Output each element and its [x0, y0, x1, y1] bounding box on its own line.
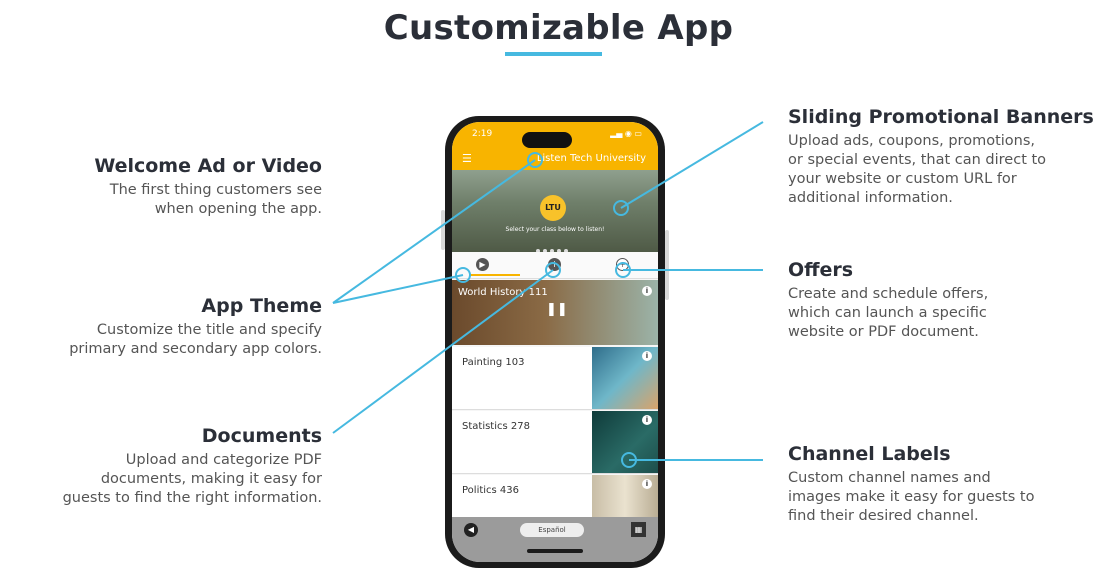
app-title: Listen Tech University	[536, 153, 646, 164]
feature-theme: App Theme Customize the title and specif…	[10, 295, 322, 359]
qr-code-icon[interactable]: ▦	[631, 522, 646, 537]
player-footer: ◀ Español ▦	[452, 517, 658, 562]
info-icon[interactable]: i	[642, 415, 652, 425]
ltu-logo: LTU	[540, 195, 566, 221]
page-title: Customizable App	[383, 8, 734, 48]
feature-offers-line: website or PDF document.	[788, 324, 979, 340]
info-icon[interactable]: i	[642, 479, 652, 489]
feature-banners-line: additional information.	[788, 190, 953, 206]
feature-welcome-title: Welcome Ad or Video	[94, 155, 322, 177]
feature-offers-desc: Create and schedule offers, which can la…	[788, 285, 1108, 342]
banner-caption: Select your class below to listen!	[505, 226, 605, 233]
channel-label: Politics 436	[462, 485, 520, 496]
feature-offers: Offers Create and schedule offers, which…	[788, 259, 1108, 342]
info-icon[interactable]: i	[642, 286, 652, 296]
feature-channels-desc: Custom channel names and images make it …	[788, 469, 1108, 526]
connector-line	[332, 274, 464, 304]
channel-label: Painting 103	[462, 357, 525, 368]
channel-row[interactable]: Painting 103 i	[452, 347, 658, 410]
tab-underline	[470, 274, 520, 276]
feature-documents-line: guests to find the right information.	[62, 490, 322, 506]
feature-banners-line: or special events, that can direct to	[788, 152, 1047, 168]
speaker-icon[interactable]: ◀	[464, 523, 478, 537]
channel-label: World History 111	[458, 287, 548, 298]
feature-welcome-line: The first thing customers see	[109, 182, 322, 198]
dynamic-island	[522, 132, 572, 148]
play-tab-icon[interactable]: ▶	[476, 258, 489, 271]
feature-welcome-line: when opening the app.	[154, 201, 322, 217]
feature-channels-line: Custom channel names and	[788, 470, 991, 486]
signal-icon: ▂▄ ◉ ▭	[610, 129, 642, 138]
phone-screen: 2:19 ▂▄ ◉ ▭ ☰ Listen Tech University LTU…	[452, 122, 658, 562]
feature-channels-line: images make it easy for guests to	[788, 489, 1035, 505]
phone-button-right	[665, 230, 669, 300]
plus-tab-icon[interactable]: +	[616, 258, 629, 271]
channel-row[interactable]: Politics 436 i	[452, 475, 658, 518]
home-indicator	[527, 549, 583, 553]
status-time: 2:19	[472, 129, 493, 139]
menu-icon[interactable]: ☰	[462, 152, 472, 165]
feature-theme-desc: Customize the title and specify primary …	[10, 321, 322, 359]
feature-banners-line: your website or custom URL for	[788, 171, 1017, 187]
channel-row-featured[interactable]: World History 111 ❚❚ i	[452, 280, 658, 345]
language-button[interactable]: Español	[520, 523, 584, 537]
feature-documents-title: Documents	[201, 425, 322, 447]
feature-banners-line: Upload ads, coupons, promotions,	[788, 133, 1036, 149]
feature-channels-line: find their desired channel.	[788, 508, 979, 524]
feature-documents-line: Upload and categorize PDF	[125, 452, 322, 468]
feature-theme-line: primary and secondary app colors.	[69, 341, 322, 357]
channel-label: Statistics 278	[462, 421, 530, 432]
feature-theme-line: Customize the title and specify	[96, 322, 322, 338]
feature-channels-title: Channel Labels	[788, 443, 951, 465]
feature-offers-line: which can launch a specific	[788, 305, 987, 321]
channel-row[interactable]: Statistics 278 i	[452, 411, 658, 474]
info-tab-icon[interactable]: i	[548, 258, 561, 271]
feature-documents-line: documents, making it easy for	[100, 471, 322, 487]
feature-documents: Documents Upload and categorize PDF docu…	[4, 425, 322, 508]
feature-channels: Channel Labels Custom channel names and …	[788, 443, 1108, 526]
feature-welcome: Welcome Ad or Video The first thing cust…	[30, 155, 322, 219]
info-icon[interactable]: i	[642, 351, 652, 361]
app-header: 2:19 ▂▄ ◉ ▭ ☰ Listen Tech University	[452, 122, 658, 170]
tab-bar: ▶ i +	[452, 252, 658, 279]
feature-banners: Sliding Promotional Banners Upload ads, …	[788, 106, 1114, 208]
feature-banners-desc: Upload ads, coupons, promotions, or spec…	[788, 132, 1114, 208]
pause-icon[interactable]: ❚❚	[546, 302, 568, 317]
feature-offers-line: Create and schedule offers,	[788, 286, 989, 302]
title-underline	[505, 52, 602, 56]
feature-banners-title: Sliding Promotional Banners	[788, 106, 1094, 128]
feature-offers-title: Offers	[788, 259, 854, 281]
feature-documents-desc: Upload and categorize PDF documents, mak…	[4, 451, 322, 508]
feature-theme-title: App Theme	[201, 295, 322, 317]
promo-banner[interactable]: LTU Select your class below to listen!	[452, 170, 658, 253]
feature-welcome-desc: The first thing customers see when openi…	[30, 181, 322, 219]
